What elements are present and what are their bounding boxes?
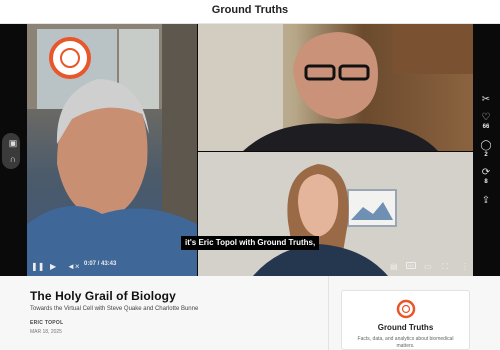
video-stage[interactable]: it's Eric Topol with Ground Truths, bbox=[0, 24, 500, 276]
restack-count: 8 bbox=[484, 179, 488, 185]
clip-button[interactable]: ✂ bbox=[476, 94, 496, 105]
settings-icon[interactable]: ▭ bbox=[424, 262, 432, 272]
restack-button[interactable]: ⟳ 8 bbox=[476, 167, 496, 185]
publication-card[interactable]: Ground Truths Facts, data, and analytics… bbox=[341, 290, 470, 350]
like-button[interactable]: ♡ 66 bbox=[476, 112, 496, 130]
page-title[interactable]: Ground Truths bbox=[0, 4, 500, 16]
publication-description: Facts, data, and analytics about biomedi… bbox=[357, 336, 454, 349]
video-tile-host bbox=[27, 24, 197, 276]
cc-icon[interactable]: CC bbox=[406, 262, 416, 269]
host-video-frame bbox=[27, 24, 197, 276]
publication-logo-icon bbox=[396, 299, 416, 319]
share-button[interactable]: ⇪ bbox=[476, 195, 496, 206]
comment-button[interactable]: ◯ 2 bbox=[476, 140, 496, 158]
video-tile-guest-2 bbox=[198, 152, 473, 276]
article-author[interactable]: ERIC TOPOL bbox=[30, 320, 320, 326]
time-display: 0:07 / 43:43 bbox=[84, 261, 117, 267]
play-icon[interactable]: ❚❚ bbox=[31, 262, 44, 272]
share-icon: ⇪ bbox=[481, 195, 491, 206]
scissors-icon: ✂ bbox=[481, 94, 491, 105]
article-date: MAR 18, 2025 bbox=[30, 329, 62, 335]
video-tile-guest-1 bbox=[198, 24, 473, 151]
camera-icon[interactable]: ▣ bbox=[7, 137, 19, 149]
fullscreen-icon[interactable]: ⛶ bbox=[442, 262, 448, 272]
top-bar: Ground Truths bbox=[0, 0, 500, 24]
like-count: 66 bbox=[482, 124, 490, 130]
article-title: The Holy Grail of Biology bbox=[30, 289, 176, 303]
article-subtitle: Towards the Virtual Cell with Steve Quak… bbox=[30, 306, 199, 312]
more-icon[interactable]: ⋮ bbox=[461, 262, 469, 272]
article-header: The Holy Grail of Biology Towards the Vi… bbox=[30, 289, 320, 335]
transcript-icon[interactable]: ▤ bbox=[390, 262, 398, 272]
next-icon[interactable]: ▶ bbox=[50, 262, 56, 272]
audio-video-toggle[interactable]: ▣ ∩ bbox=[2, 133, 20, 169]
headphones-icon[interactable]: ∩ bbox=[7, 153, 19, 165]
publication-name: Ground Truths bbox=[377, 323, 434, 332]
comment-count: 2 bbox=[484, 152, 488, 158]
video-caption: it's Eric Topol with Ground Truths, bbox=[181, 236, 320, 250]
guest-1-video-frame bbox=[198, 24, 473, 151]
column-divider bbox=[328, 276, 329, 350]
guest-2-video-frame bbox=[198, 152, 473, 276]
heart-icon: ♡ bbox=[481, 112, 491, 123]
mute-icon[interactable]: ◄× bbox=[67, 262, 80, 272]
restack-icon: ⟳ bbox=[481, 167, 491, 178]
comment-icon: ◯ bbox=[480, 140, 492, 151]
